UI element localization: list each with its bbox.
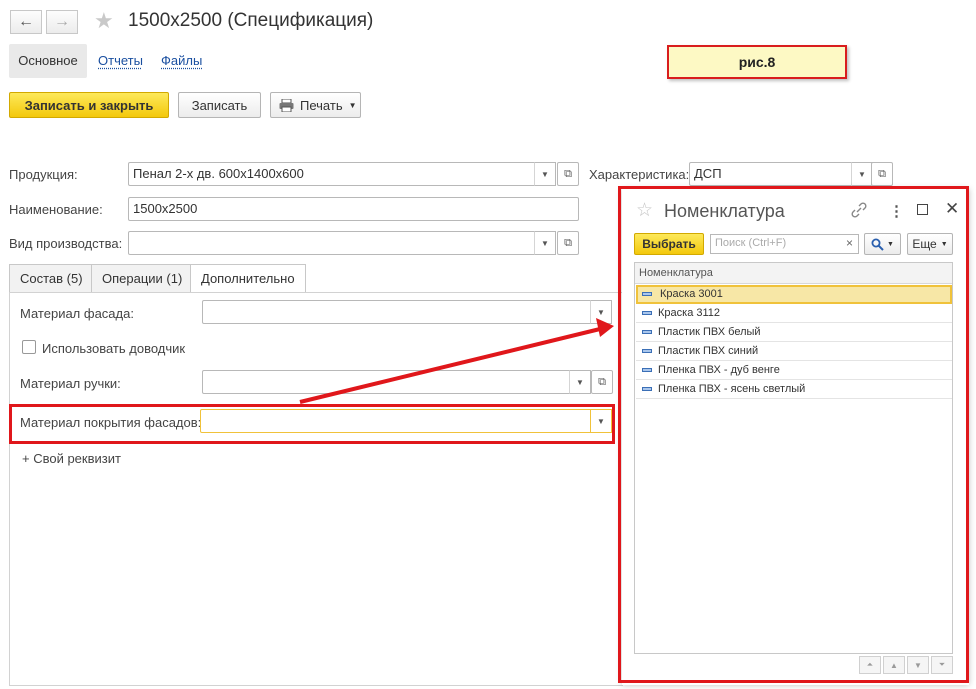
double-up-icon: ⏶ <box>866 660 874 669</box>
maximize-icon[interactable] <box>917 204 928 215</box>
close-icon[interactable]: ✕ <box>945 199 959 219</box>
row-label: Пленка ПВХ - дуб венге <box>658 364 780 376</box>
select-button[interactable]: Выбрать <box>634 233 704 255</box>
up-icon: ▲ <box>890 660 898 670</box>
row-label: Краска 3001 <box>660 288 723 300</box>
link-icon[interactable] <box>851 202 867 221</box>
item-icon <box>642 349 652 353</box>
row-label: Пластик ПВХ белый <box>658 326 761 338</box>
table-row[interactable]: Пленка ПВХ - дуб венге <box>636 361 952 380</box>
last-page-button[interactable]: ⏷ <box>931 656 953 674</box>
row-label: Краска 3112 <box>658 307 721 319</box>
dialog-title: Номенклатура <box>664 201 785 221</box>
more-vertical-icon[interactable]: ⋮ <box>889 202 904 220</box>
table-row[interactable]: Пластик ПВХ синий <box>636 342 952 361</box>
chevron-down-icon: ▼ <box>940 240 948 248</box>
table-row[interactable]: Краска 3112 <box>636 304 952 323</box>
table-row[interactable]: Пленка ПВХ - ясень светлый <box>636 380 952 399</box>
row-label: Пленка ПВХ - ясень светлый <box>658 383 806 395</box>
more-button[interactable]: Еще ▼ <box>907 233 953 255</box>
search-input[interactable]: Поиск (Ctrl+F) × <box>710 234 859 254</box>
first-page-button[interactable]: ⏶ <box>859 656 881 674</box>
table-row[interactable]: Пластик ПВХ белый <box>636 323 952 342</box>
row-label: Пластик ПВХ синий <box>658 345 759 357</box>
next-page-button[interactable]: ▼ <box>907 656 929 674</box>
item-icon <box>642 330 652 334</box>
table-header: Номенклатура <box>635 263 952 284</box>
prev-page-button[interactable]: ▲ <box>883 656 905 674</box>
clear-icon[interactable]: × <box>846 236 853 250</box>
chevron-down-icon: ▼ <box>887 240 894 248</box>
search-icon <box>871 238 884 251</box>
item-icon <box>642 368 652 372</box>
search-button[interactable]: ▼ <box>864 233 901 255</box>
item-icon <box>642 311 652 315</box>
favorite-star-icon[interactable]: ☆ <box>636 199 653 222</box>
search-placeholder: Поиск (Ctrl+F) <box>715 237 787 249</box>
down-icon: ▼ <box>914 660 922 670</box>
table-row[interactable]: Краска 3001 <box>636 285 952 304</box>
item-icon <box>642 387 652 391</box>
more-button-label: Еще <box>912 237 937 251</box>
double-down-icon: ⏷ <box>938 660 946 669</box>
item-icon <box>642 292 652 296</box>
